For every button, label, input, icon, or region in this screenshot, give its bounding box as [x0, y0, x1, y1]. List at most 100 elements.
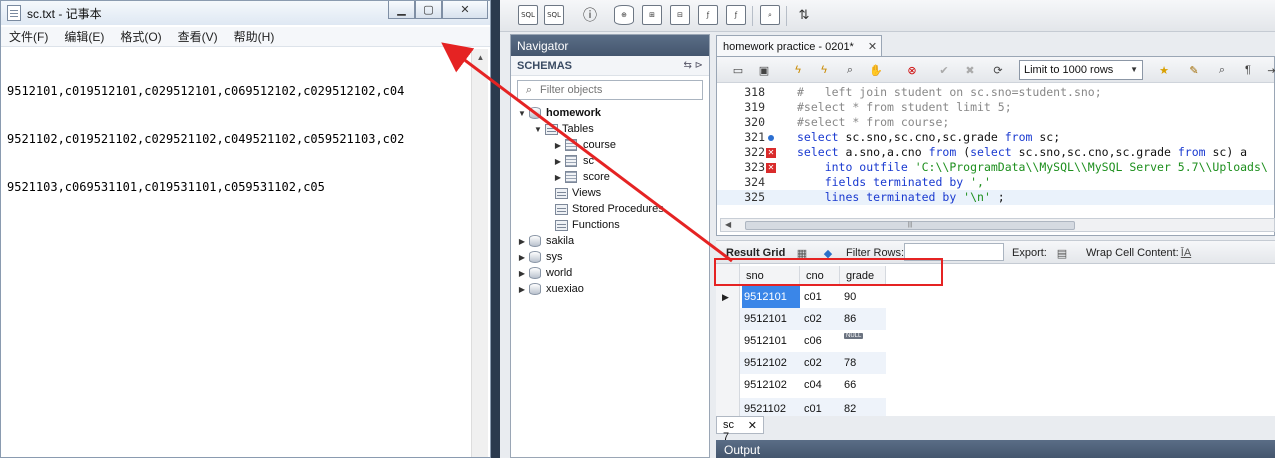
- collapsed-arrow-icon[interactable]: ▶: [553, 141, 563, 150]
- open-file-icon[interactable]: ▭: [729, 61, 747, 79]
- chevron-down-icon: ▼: [1130, 65, 1138, 74]
- execute-icon[interactable]: ϟ: [789, 61, 807, 79]
- scroll-up-icon[interactable]: ▲: [472, 49, 489, 66]
- tree-item-xuexiao[interactable]: ▶ xuexiao: [517, 281, 584, 297]
- tree-item-tables[interactable]: ▼ Tables: [533, 121, 594, 137]
- reconnect-icon[interactable]: ⇅: [794, 5, 814, 25]
- collapsed-arrow-icon[interactable]: ▶: [517, 237, 527, 246]
- find-icon[interactable]: ⌕: [1213, 61, 1231, 79]
- save-icon[interactable]: ▣: [755, 61, 773, 79]
- invisible-chars-icon[interactable]: ¶: [1239, 61, 1257, 79]
- cell-grade[interactable]: 86: [842, 308, 886, 330]
- rollback-icon[interactable]: ✖: [961, 61, 979, 79]
- schemas-actions-icon[interactable]: ⇆ ⊳: [683, 60, 703, 71]
- cell-sno[interactable]: 9512102: [742, 352, 800, 374]
- cell-sno[interactable]: 9521102: [742, 398, 800, 416]
- cell-cno[interactable]: c02: [802, 352, 842, 374]
- cell-cno[interactable]: c04: [802, 374, 842, 396]
- database-icon: [529, 107, 541, 119]
- scroll-left-icon[interactable]: ◀: [725, 220, 731, 229]
- database-icon: [529, 267, 541, 279]
- collapsed-arrow-icon[interactable]: ▶: [553, 157, 563, 166]
- open-sql-file-icon[interactable]: SQL: [544, 5, 564, 25]
- autocommit-icon[interactable]: ⟳: [989, 61, 1007, 79]
- cell-sno[interactable]: 9512102: [742, 374, 800, 396]
- scroll-thumb[interactable]: |||: [745, 221, 1075, 230]
- cell-grade[interactable]: 66: [842, 374, 886, 396]
- collapsed-arrow-icon[interactable]: ▶: [553, 173, 563, 182]
- maximize-button[interactable]: ▢: [415, 1, 442, 19]
- execute-current-icon[interactable]: ϟ: [815, 61, 833, 79]
- commit-icon[interactable]: ✔: [935, 61, 953, 79]
- cell-grade[interactable]: 78: [842, 352, 886, 374]
- code-area[interactable]: 318 # left join student on sc.sno=student…: [717, 85, 1274, 215]
- tree-item-sys[interactable]: ▶ sys: [517, 249, 563, 265]
- search-table-data-icon[interactable]: ⌕: [760, 5, 780, 25]
- export-icon[interactable]: ▤: [1054, 245, 1070, 261]
- wrap-text-icon[interactable]: ĪA: [1178, 245, 1194, 261]
- collapsed-arrow-icon[interactable]: ▶: [517, 269, 527, 278]
- tree-item-stored-procedures[interactable]: Stored Procedures: [543, 201, 664, 217]
- editor-horizontal-scrollbar[interactable]: ◀ |||: [720, 218, 1275, 232]
- create-procedure-icon[interactable]: ƒ: [698, 5, 718, 25]
- cell-sno[interactable]: 9512101: [742, 308, 800, 330]
- inspector-icon[interactable]: ⓘ: [580, 5, 600, 25]
- notepad-text-area[interactable]: 9512101,c019512101,c029512101,c069512102…: [7, 51, 469, 227]
- code-line: 319 #select * from student limit 5;: [744, 100, 1012, 114]
- navigator-header: Navigator: [511, 35, 709, 56]
- result-tab-sc7[interactable]: sc 7 ✕: [716, 416, 764, 443]
- cell-sno[interactable]: 9512101: [742, 330, 800, 352]
- menu-format[interactable]: 格式(O): [112, 28, 169, 45]
- code-line-current: 325 lines terminated by '\n' ;: [717, 190, 1274, 205]
- menu-view[interactable]: 查看(V): [170, 28, 226, 45]
- cell-grade[interactable]: 82: [842, 398, 886, 416]
- cell-cno[interactable]: c01: [802, 398, 842, 416]
- tree-item-course[interactable]: ▶ course: [553, 137, 616, 153]
- menu-file[interactable]: 文件(F): [1, 28, 56, 45]
- create-schema-icon[interactable]: ⊕: [614, 5, 634, 25]
- close-button[interactable]: ✕: [442, 1, 488, 19]
- new-sql-tab-icon[interactable]: SQL: [518, 5, 538, 25]
- tree-item-functions[interactable]: Functions: [543, 217, 620, 233]
- filter-objects-input[interactable]: [540, 84, 690, 96]
- menu-edit[interactable]: 编辑(E): [56, 28, 112, 45]
- tree-item-sc[interactable]: ▶ sc: [553, 153, 594, 169]
- notepad-title-bar[interactable]: sc.txt - 记事本 ▁ ▢ ✕: [1, 1, 490, 25]
- expanded-arrow-icon[interactable]: ▼: [517, 109, 527, 118]
- close-tab-icon[interactable]: ✕: [868, 40, 877, 53]
- create-function-icon[interactable]: ƒ: [726, 5, 746, 25]
- cell-cno[interactable]: c06: [802, 330, 842, 352]
- result-tab-label: sc 7: [723, 419, 734, 443]
- output-panel-header[interactable]: Output: [716, 440, 1275, 458]
- create-table-icon[interactable]: ⊞: [642, 5, 662, 25]
- wrap-lines-icon[interactable]: ⇥: [1263, 61, 1275, 79]
- minimize-button[interactable]: ▁: [388, 1, 415, 19]
- error-marker-icon[interactable]: ✕: [766, 162, 776, 173]
- expanded-arrow-icon[interactable]: ▼: [533, 125, 543, 134]
- cell-cno[interactable]: c02: [802, 308, 842, 330]
- tree-item-homework[interactable]: ▼ homework: [517, 105, 601, 121]
- cell-sno[interactable]: 9512101: [742, 286, 800, 308]
- explain-icon[interactable]: ⌕: [841, 61, 859, 79]
- filter-objects-box[interactable]: ⌕: [517, 80, 703, 100]
- menu-help[interactable]: 帮助(H): [226, 28, 283, 45]
- toggle-error-icon[interactable]: ⊗: [903, 61, 921, 79]
- beautify-icon[interactable]: ✎: [1185, 61, 1203, 79]
- collapsed-arrow-icon[interactable]: ▶: [517, 285, 527, 294]
- cell-cno[interactable]: c01: [802, 286, 842, 308]
- tree-item-views[interactable]: Views: [543, 185, 601, 201]
- tree-item-sakila[interactable]: ▶ sakila: [517, 233, 574, 249]
- add-snippet-icon[interactable]: ★: [1155, 61, 1173, 79]
- collapsed-arrow-icon[interactable]: ▶: [517, 253, 527, 262]
- cell-grade[interactable]: 90: [842, 286, 886, 308]
- create-view-icon[interactable]: ⊟: [670, 5, 690, 25]
- stop-icon[interactable]: ✋: [867, 61, 885, 79]
- tab-homework-practice[interactable]: homework practice - 0201* ✕: [716, 35, 882, 57]
- error-marker-icon[interactable]: ✕: [766, 147, 776, 158]
- limit-rows-select[interactable]: Limit to 1000 rows ▼: [1019, 60, 1143, 80]
- tree-item-score[interactable]: ▶ score: [553, 169, 610, 185]
- tree-item-world[interactable]: ▶ world: [517, 265, 572, 281]
- notepad-vertical-scrollbar[interactable]: ▲: [471, 49, 488, 457]
- cell-grade[interactable]: NULL: [842, 330, 886, 352]
- close-tab-icon[interactable]: ✕: [748, 419, 757, 432]
